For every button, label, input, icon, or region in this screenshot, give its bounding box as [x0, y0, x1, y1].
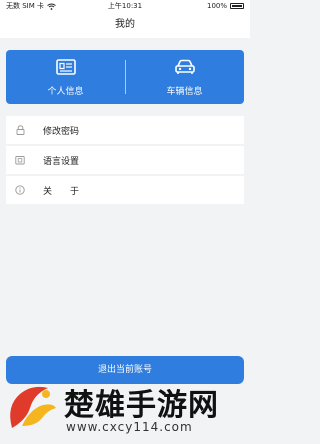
- vehicle-info-label: 车辆信息: [166, 87, 203, 97]
- page-title: 我的: [115, 19, 135, 30]
- language-icon: [15, 155, 25, 165]
- personal-info-label: 个人信息: [47, 87, 84, 97]
- lock-icon: [15, 125, 25, 135]
- status-bar: 无数 SIM 卡 上午10:31 100%: [0, 0, 250, 12]
- menu-item-label: 修改密码: [43, 126, 80, 137]
- nav-bar: 我的: [0, 12, 250, 38]
- menu-item-language[interactable]: 语言设置: [6, 146, 244, 174]
- info-banner: 个人信息 车辆信息: [6, 50, 244, 104]
- menu-item-label: 关 于: [43, 186, 80, 197]
- battery-percent: 100%: [206, 2, 227, 10]
- watermark-logo-icon: [10, 386, 56, 428]
- settings-menu: 修改密码 语言设置 关 于: [6, 116, 244, 206]
- id-card-icon: [55, 59, 76, 75]
- menu-item-change-password[interactable]: 修改密码: [6, 116, 244, 144]
- car-icon: [174, 59, 195, 74]
- watermark-url: www.cxcy114.com: [66, 420, 193, 434]
- status-right: 100%: [207, 0, 244, 12]
- watermark: 楚雄手游网 www.cxcy114.com: [0, 372, 250, 444]
- battery-icon: [230, 3, 244, 9]
- menu-item-label: 语言设置: [43, 156, 80, 167]
- watermark-title: 楚雄手游网: [64, 388, 219, 423]
- personal-info-button[interactable]: 个人信息: [6, 50, 125, 104]
- menu-item-about[interactable]: 关 于: [6, 176, 244, 204]
- info-icon: [15, 185, 25, 195]
- vehicle-info-button[interactable]: 车辆信息: [125, 50, 244, 104]
